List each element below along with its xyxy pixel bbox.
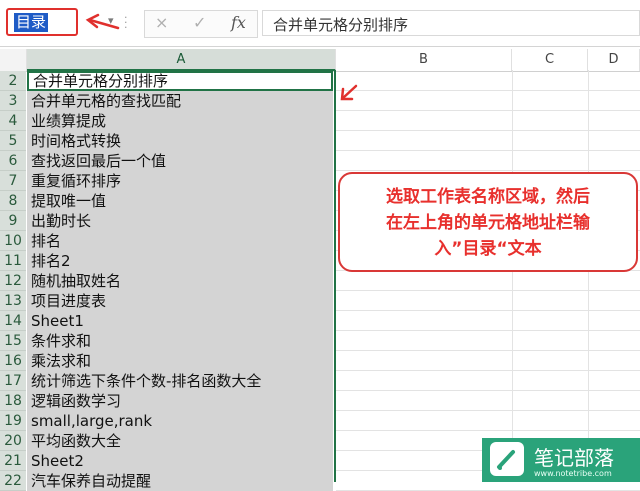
row-header[interactable]: 9 — [0, 211, 26, 231]
row-header[interactable]: 14 — [0, 311, 26, 331]
gridline — [336, 370, 640, 371]
select-all-corner[interactable] — [0, 49, 27, 71]
row-header[interactable]: 20 — [0, 431, 26, 451]
row-header[interactable]: 16 — [0, 351, 26, 371]
row-header[interactable]: 10 — [0, 231, 26, 251]
table-row: 19 small,large,rank — [0, 411, 640, 431]
cell-a[interactable]: 合并单元格分别排序 — [27, 71, 333, 91]
formula-bar: 目录 ▾ · · · × ✓ fx 合并单元格分别排序 — [0, 0, 640, 47]
callout-line-2: 在左上角的单元格地址栏输 — [386, 213, 590, 233]
cell-a[interactable]: Sheet2 — [27, 451, 333, 471]
instruction-callout: 选取工作表名称区域，然后 在左上角的单元格地址栏输 入”目录“文本 — [338, 172, 638, 272]
table-row: 17 统计筛选下条件个数-排名函数大全 — [0, 371, 640, 391]
formula-input[interactable]: 合并单元格分别排序 — [262, 10, 640, 36]
callout-line-1: 选取工作表名称区域，然后 — [386, 187, 590, 207]
watermark-logo: 笔记部落 www.notetribe.com — [482, 438, 640, 482]
gridline — [336, 170, 640, 171]
cell-a[interactable]: 排名 — [27, 231, 333, 251]
drag-handle-icon[interactable]: · · · — [124, 12, 128, 33]
row-header[interactable]: 12 — [0, 271, 26, 291]
row-header[interactable]: 3 — [0, 91, 26, 111]
table-row: 16 乘法求和 — [0, 351, 640, 371]
gridline — [336, 290, 640, 291]
row-header[interactable]: 13 — [0, 291, 26, 311]
table-row: 14 Sheet1 — [0, 311, 640, 331]
table-row: 4 业绩算提成 — [0, 111, 640, 131]
cell-a[interactable]: 统计筛选下条件个数-排名函数大全 — [27, 371, 333, 391]
row-header[interactable]: 7 — [0, 171, 26, 191]
row-header[interactable]: 5 — [0, 131, 26, 151]
cell-a[interactable]: 随机抽取姓名 — [27, 271, 333, 291]
row-header[interactable]: 21 — [0, 451, 26, 471]
column-header-c[interactable]: C — [512, 49, 588, 71]
cell-a[interactable]: 时间格式转换 — [27, 131, 333, 151]
table-row: 3 合并单元格的查找匹配 — [0, 91, 640, 111]
cell-a[interactable]: 平均函数大全 — [27, 431, 333, 451]
cell-a[interactable]: Sheet1 — [27, 311, 333, 331]
cancel-icon[interactable]: × — [155, 13, 168, 32]
table-row: 5 时间格式转换 — [0, 131, 640, 151]
table-row: 13 项目进度表 — [0, 291, 640, 311]
fx-icon[interactable]: fx — [231, 13, 246, 32]
row-header[interactable]: 4 — [0, 111, 26, 131]
watermark-url: www.notetribe.com — [534, 469, 612, 478]
gridline — [336, 130, 640, 131]
name-box[interactable]: 目录 — [6, 8, 78, 36]
column-header-b[interactable]: B — [336, 49, 512, 71]
cell-a[interactable]: 提取唯一值 — [27, 191, 333, 211]
cell-a[interactable]: 逻辑函数学习 — [27, 391, 333, 411]
name-box-value[interactable]: 目录 — [14, 13, 49, 32]
row-header[interactable]: 8 — [0, 191, 26, 211]
accept-icon[interactable]: ✓ — [193, 13, 206, 32]
row-header[interactable]: 22 — [0, 471, 26, 491]
column-header-a[interactable]: A — [27, 49, 336, 71]
row-header[interactable]: 17 — [0, 371, 26, 391]
cell-a[interactable]: 乘法求和 — [27, 351, 333, 371]
cell-a[interactable]: 查找返回最后一个值 — [27, 151, 333, 171]
cell-a[interactable]: 出勤时长 — [27, 211, 333, 231]
column-headers: A B C D — [0, 49, 640, 72]
gridline — [336, 390, 640, 391]
formula-buttons: × ✓ fx — [144, 10, 258, 38]
gridline — [336, 350, 640, 351]
gridline — [336, 330, 640, 331]
cell-a[interactable]: 条件求和 — [27, 331, 333, 351]
formula-content-text: 合并单元格分别排序 — [273, 16, 409, 34]
row-header[interactable]: 18 — [0, 391, 26, 411]
row-header[interactable]: 15 — [0, 331, 26, 351]
row-header[interactable]: 2 — [0, 71, 26, 91]
cell-a[interactable]: 项目进度表 — [27, 291, 333, 311]
watermark-name: 笔记部落 — [534, 446, 614, 470]
gridline — [336, 90, 640, 91]
row-header[interactable]: 6 — [0, 151, 26, 171]
gridline — [336, 110, 640, 111]
table-row: 12 随机抽取姓名 — [0, 271, 640, 291]
cell-a[interactable]: 汽车保养自动提醒 — [27, 471, 333, 491]
row-header[interactable]: 19 — [0, 411, 26, 431]
table-row: 15 条件求和 — [0, 331, 640, 351]
table-row: 6 查找返回最后一个值 — [0, 151, 640, 171]
row-header[interactable]: 11 — [0, 251, 26, 271]
pen-icon — [490, 442, 524, 476]
callout-line-3: 入”目录“文本 — [434, 239, 542, 259]
gridline — [336, 410, 640, 411]
cell-a[interactable]: 合并单元格的查找匹配 — [27, 91, 333, 111]
gridline — [336, 310, 640, 311]
cell-a[interactable]: 重复循环排序 — [27, 171, 333, 191]
cell-a[interactable]: 排名2 — [27, 251, 333, 271]
cell-a[interactable]: 业绩算提成 — [27, 111, 333, 131]
gridline — [336, 150, 640, 151]
selection-border — [334, 70, 336, 482]
gridline — [336, 430, 640, 431]
column-header-d[interactable]: D — [588, 49, 640, 71]
name-box-dropdown-icon[interactable]: ▾ — [108, 14, 114, 27]
cell-a[interactable]: small,large,rank — [27, 411, 333, 431]
table-row: 2 合并单元格分别排序 — [0, 71, 640, 91]
table-row: 18 逻辑函数学习 — [0, 391, 640, 411]
